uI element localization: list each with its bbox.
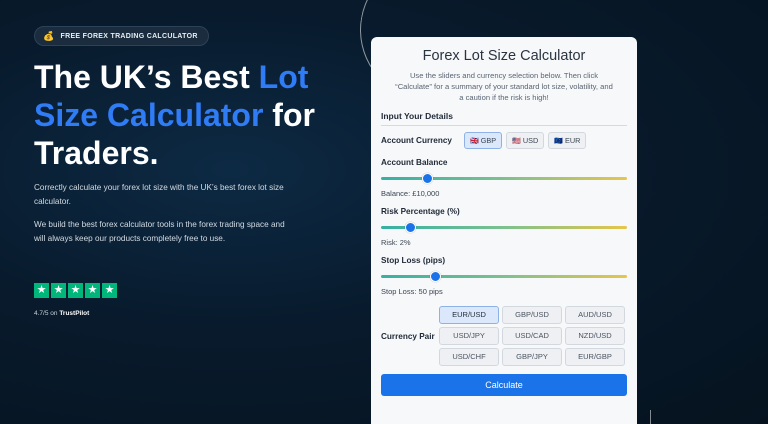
- currency-pair-row: Currency Pair EUR/USD GBP/USD AUD/USD USD/J…: [381, 306, 627, 366]
- slider-track[interactable]: [381, 173, 627, 184]
- pair-button-usd-chf[interactable]: USD/CHF: [439, 348, 499, 366]
- currency-button-gbp[interactable]: 🇬🇧 GBP: [463, 132, 503, 149]
- description-paragraph-2: We build the best forex calculator tools…: [34, 220, 285, 243]
- slider-value: Stop Loss: 50 pips: [381, 287, 443, 296]
- decorative-line: [650, 410, 651, 424]
- hero-heading: The UK’s Best Lot Size Calculator for Tr…: [34, 58, 374, 172]
- calculator-subtitle: Use the sliders and currency selection b…: [395, 71, 613, 102]
- currency-button-label: USD: [522, 136, 539, 145]
- trustpilot-stars: ★ ★ ★ ★ ★: [34, 283, 117, 298]
- pair-button-gbp-usd[interactable]: GBP/USD: [502, 306, 562, 324]
- currency-button-usd[interactable]: 🇺🇸 USD: [506, 132, 545, 149]
- currency-button-label: GBP: [480, 136, 497, 145]
- slider-thumb[interactable]: [429, 271, 441, 282]
- rating-score: 4.7/5 on: [34, 310, 58, 317]
- money-bag-icon: 💰: [43, 30, 55, 41]
- pair-button-eur-gbp[interactable]: EUR/GBP: [565, 348, 625, 366]
- currency-button-eur[interactable]: 🇪🇺 EUR: [548, 132, 587, 149]
- slider-label: Stop Loss (pips): [381, 256, 446, 265]
- slider-track[interactable]: [381, 271, 627, 282]
- currency-pair-grid: EUR/USD GBP/USD AUD/USD USD/JPY USD/CAD NZD/U…: [439, 306, 625, 366]
- pair-button-eur-usd[interactable]: EUR/USD: [439, 306, 499, 324]
- currency-button-label: EUR: [564, 136, 581, 145]
- slider-block: Risk Percentage (%) Risk: 2%: [381, 207, 627, 247]
- slider-value: Risk: 2%: [381, 238, 411, 247]
- slider-label: Risk Percentage (%): [381, 207, 460, 216]
- slider-value: Balance: £10,000: [381, 189, 440, 198]
- slider-thumb[interactable]: [405, 222, 417, 233]
- slider-label: Account Balance: [381, 158, 448, 167]
- description-paragraph-1: Correctly calculate your forex lot size …: [34, 183, 284, 206]
- gbp-flag-icon: 🇬🇧: [469, 137, 479, 145]
- slider-group: Account Balance Balance: £10,000 Risk Perc…: [381, 158, 627, 296]
- slider-block: Stop Loss (pips) Stop Loss: 50 pips: [381, 256, 627, 296]
- pair-button-usd-jpy[interactable]: USD/JPY: [439, 327, 499, 345]
- input-details-heading: Input Your Details: [381, 111, 627, 126]
- currency-pair-label: Currency Pair: [381, 331, 435, 341]
- free-calculator-badge: 💰 FREE FOREX TRADING CALCULATOR: [34, 26, 209, 46]
- pair-button-nzd-usd[interactable]: NZD/USD: [565, 327, 625, 345]
- badge-text: FREE FOREX TRADING CALCULATOR: [60, 32, 198, 40]
- calculator-title: Forex Lot Size Calculator: [422, 48, 586, 64]
- eur-flag-icon: 🇪🇺: [554, 137, 563, 145]
- trustpilot-rating: 4.7/5 on TrustPilot: [34, 310, 89, 317]
- pair-button-gbp-jpy[interactable]: GBP/JPY: [502, 348, 562, 366]
- account-currency-label: Account Currency: [381, 136, 452, 145]
- trustpilot-star-icon: ★: [34, 283, 49, 298]
- currency-selector: 🇬🇧 GBP 🇺🇸 USD 🇪🇺 EUR: [463, 132, 587, 149]
- usd-flag-icon: 🇺🇸: [512, 137, 521, 145]
- pair-button-aud-usd[interactable]: AUD/USD: [565, 306, 625, 324]
- calculate-button[interactable]: Calculate: [381, 374, 627, 396]
- rating-brand: TrustPilot: [59, 310, 90, 317]
- pair-button-usd-cad[interactable]: USD/CAD: [502, 327, 562, 345]
- hero-text-part1: The UK’s Best: [34, 59, 259, 95]
- trustpilot-star-icon: ★: [68, 283, 83, 298]
- lot-size-calculator-card: Forex Lot Size Calculator Use the slider…: [371, 37, 637, 424]
- slider-thumb[interactable]: [422, 173, 434, 184]
- trustpilot-star-icon: ★: [85, 283, 100, 298]
- account-currency-row: Account Currency 🇬🇧 GBP 🇺🇸 USD 🇪🇺 EUR: [381, 132, 627, 149]
- trustpilot-star-icon: ★: [102, 283, 117, 298]
- trustpilot-star-icon: ★: [51, 283, 66, 298]
- slider-track[interactable]: [381, 222, 627, 233]
- slider-block: Account Balance Balance: £10,000: [381, 158, 627, 198]
